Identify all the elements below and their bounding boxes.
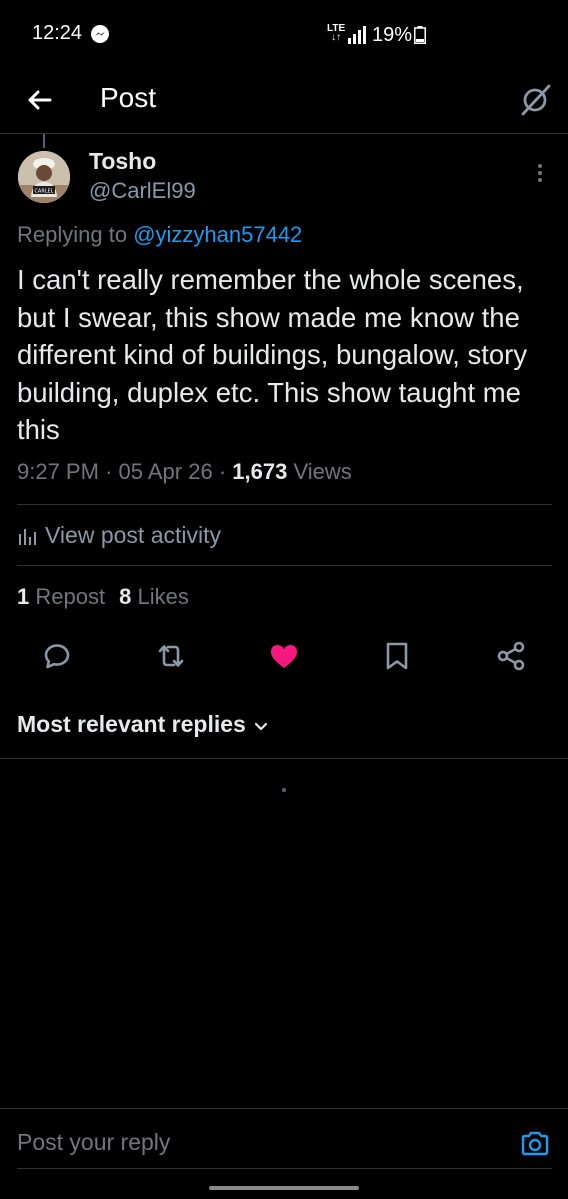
avatar-sign-text: CARLEL (34, 189, 53, 195)
like-icon[interactable] (268, 640, 300, 672)
arrow-left-icon[interactable] (22, 82, 58, 118)
post-date: 05 Apr 26 (118, 459, 213, 484)
reply-composer (0, 1108, 568, 1168)
likes-label: Likes (137, 584, 189, 609)
home-indicator[interactable] (209, 1186, 359, 1190)
status-time: 12:24 (32, 22, 83, 44)
post-screen: 12:24 LTE ↓↑ 19% Post CARLEL Tosho @Carl… (0, 0, 568, 1199)
loading-indicator (282, 788, 286, 792)
camera-icon[interactable] (520, 1129, 550, 1159)
battery-icon (414, 26, 426, 44)
reposts-count: 1 (17, 584, 30, 609)
post-metadata: 9:27 PM · 05 Apr 26 · 1,673 Views (17, 459, 352, 485)
bookmark-icon[interactable] (381, 640, 413, 672)
reply-icon[interactable] (40, 640, 72, 672)
view-post-activity-label: View post activity (45, 522, 221, 548)
views-count: 1,673 (232, 459, 288, 484)
post-stats: 1 Repost 8 Likes (17, 584, 189, 610)
status-bar: 12:24 LTE ↓↑ 19% (0, 0, 568, 68)
top-app-bar: Post (0, 68, 568, 134)
battery-percent: 19% (372, 24, 413, 46)
replies-sort-label: Most relevant replies (17, 711, 246, 737)
likes-count: 8 (119, 584, 132, 609)
avatar-image: CARLEL (18, 151, 70, 203)
replying-to: Replying to @yizzyhan57442 (17, 222, 302, 248)
view-post-activity-button[interactable]: View post activity (17, 522, 221, 549)
author-handle[interactable]: @CarlEl99 (89, 178, 196, 204)
grok-icon[interactable] (515, 80, 555, 120)
post-text: I can't really remember the whole scenes… (17, 264, 528, 445)
repost-icon[interactable] (155, 640, 187, 672)
network-type: LTE ↓↑ (327, 23, 346, 43)
replying-to-mention[interactable]: @yizzyhan57442 (133, 222, 302, 247)
more-options-icon[interactable] (530, 160, 550, 186)
views-label: Views (293, 459, 352, 484)
thread-connector-line (43, 134, 45, 148)
messenger-icon (91, 25, 109, 43)
signal-icon (348, 26, 366, 44)
chevron-down-icon (254, 722, 267, 731)
composer-underline (17, 1168, 552, 1169)
replies-sort-dropdown[interactable]: Most relevant replies (17, 711, 268, 738)
meta-separator: · (218, 459, 227, 484)
avatar[interactable]: CARLEL (18, 151, 70, 203)
likes-stat[interactable]: 8 Likes (119, 584, 189, 609)
divider (17, 565, 552, 566)
divider (0, 758, 568, 759)
page-title: Post (100, 82, 157, 113)
replying-prefix: Replying to (17, 222, 134, 247)
analytics-icon (19, 529, 36, 545)
reposts-stat[interactable]: 1 Repost (17, 584, 105, 609)
reply-input[interactable] (17, 1129, 497, 1156)
reposts-label: Repost (35, 584, 106, 609)
divider (17, 504, 552, 505)
action-bar (0, 640, 568, 680)
author-name[interactable]: Tosho (89, 148, 156, 175)
post-time: 9:27 PM (17, 459, 99, 484)
share-icon[interactable] (495, 640, 527, 672)
meta-separator: · (105, 459, 113, 484)
